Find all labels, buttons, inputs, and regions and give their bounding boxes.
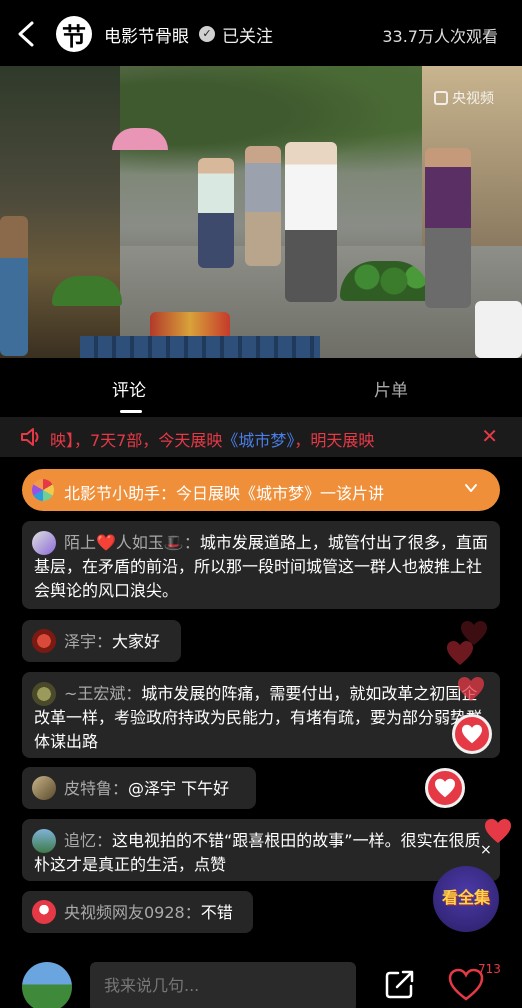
helper-text: 北影节小助手：今日展映《城市梦》一该片讲 bbox=[64, 484, 385, 503]
comment-author[interactable]: 泽宇： bbox=[64, 632, 112, 651]
comment-body: 追忆：这电视拍的不错“跟喜根田的故事”一样。很实在很质朴这才是真正的生活，点赞 bbox=[34, 829, 488, 877]
tab-comments[interactable]: 评论 bbox=[112, 376, 146, 401]
floating-like-icon bbox=[425, 768, 465, 808]
announcement-suffix: ，明天展映 bbox=[294, 431, 375, 450]
speaker-icon bbox=[21, 428, 39, 446]
bottom-bar: 713 bbox=[0, 954, 522, 1008]
comment-item[interactable]: 央视频网友0928：不错 bbox=[22, 891, 253, 933]
announcement-text: 映】，7天7部，今天展映《城市梦》，明天展映 bbox=[50, 427, 465, 451]
channel-name[interactable]: 电影节骨眼 bbox=[104, 22, 189, 47]
announcement-movie-link[interactable]: 《城市梦》 bbox=[222, 431, 294, 450]
share-icon[interactable] bbox=[384, 968, 416, 1000]
video-scene-crates bbox=[80, 336, 320, 358]
comment-text: 大家好 bbox=[112, 632, 161, 651]
active-tab-indicator bbox=[120, 410, 142, 413]
verified-check-icon: ✓ bbox=[199, 26, 215, 42]
close-icon[interactable]: ✕ bbox=[481, 424, 498, 448]
comment-input-box[interactable] bbox=[90, 962, 356, 1008]
comment-author[interactable]: ~王宏斌： bbox=[64, 684, 141, 703]
comment-author[interactable]: 皮特鲁： bbox=[64, 779, 128, 798]
comment-author[interactable]: 央视频网友0928： bbox=[64, 903, 201, 922]
my-avatar[interactable] bbox=[22, 962, 72, 1008]
comment-item[interactable]: 追忆：这电视拍的不错“跟喜根田的故事”一样。很实在很质朴这才是真正的生活，点赞 bbox=[22, 819, 500, 881]
comment-item[interactable]: ~王宏斌：城市发展的阵痛，需要付出，就如改革之初国企改革一样，考验政府持政为民能… bbox=[22, 672, 500, 758]
watermark-text: 央视频 bbox=[452, 91, 494, 107]
comment-input[interactable] bbox=[90, 962, 356, 1008]
floating-heart-icon bbox=[485, 819, 511, 843]
user-avatar[interactable] bbox=[32, 629, 56, 653]
video-scene-melons bbox=[52, 276, 122, 306]
user-avatar[interactable] bbox=[32, 900, 56, 924]
back-arrow-icon[interactable] bbox=[14, 20, 38, 48]
comment-author[interactable]: 陌上❤️人如玉🎩： bbox=[64, 533, 200, 552]
user-avatar[interactable] bbox=[32, 776, 56, 800]
close-icon[interactable]: × bbox=[480, 842, 492, 858]
floating-heart-icon bbox=[461, 621, 487, 645]
user-avatar[interactable] bbox=[32, 829, 56, 853]
user-avatar[interactable] bbox=[32, 682, 56, 706]
announcement-banner[interactable]: 映】，7天7部，今天展映《城市梦》，明天展映 ✕ bbox=[0, 417, 522, 457]
comment-body: 陌上❤️人如玉🎩：城市发展道路上，城管付出了很多，直面基层，在矛盾的前沿，所以那… bbox=[34, 531, 488, 603]
floating-like-icon bbox=[452, 714, 492, 754]
comment-author[interactable]: 追忆： bbox=[64, 831, 112, 850]
video-watermark: 央视频 bbox=[434, 88, 494, 108]
viewer-count: 33.7万人次观看 bbox=[382, 27, 498, 46]
video-scene-person bbox=[285, 142, 337, 302]
pinned-helper-message[interactable]: 北影节小助手：今日展映《城市梦》一该片讲 bbox=[22, 469, 500, 511]
user-avatar[interactable] bbox=[32, 531, 56, 555]
tab-playlist[interactable]: 片单 bbox=[374, 376, 408, 401]
video-scene-person bbox=[198, 158, 234, 268]
chevron-down-icon[interactable] bbox=[464, 481, 478, 495]
comment-item[interactable]: 皮特鲁：@泽宇 下午好 bbox=[22, 767, 256, 809]
comment-body: ~王宏斌：城市发展的阵痛，需要付出，就如改革之初国企改革一样，考验政府持政为民能… bbox=[34, 682, 488, 754]
comment-item[interactable]: 泽宇：大家好 bbox=[22, 620, 181, 662]
tv-logo-icon bbox=[434, 91, 448, 105]
watch-all-episodes-button[interactable]: 看全集 bbox=[433, 866, 499, 932]
comment-body: 央视频网友0928：不错 bbox=[34, 901, 241, 925]
video-scene-person bbox=[425, 148, 471, 308]
comment-text: 不错 bbox=[200, 903, 233, 922]
video-scene-person bbox=[0, 216, 28, 356]
tab-bar: 评论 片单 bbox=[0, 358, 522, 414]
announcement-prefix: 映】，7天7部，今天展映 bbox=[50, 431, 223, 450]
floating-heart-icon bbox=[458, 677, 484, 701]
like-count: 713 bbox=[478, 962, 501, 976]
video-scene-person bbox=[475, 301, 522, 358]
video-player[interactable]: 央视频 bbox=[0, 66, 522, 358]
comment-text: @泽宇 下午好 bbox=[128, 779, 230, 798]
film-festival-logo-icon bbox=[32, 479, 54, 501]
comment-body: 皮特鲁：@泽宇 下午好 bbox=[34, 777, 244, 801]
channel-avatar[interactable]: 节 bbox=[56, 16, 92, 52]
video-scene-person bbox=[245, 146, 281, 266]
top-bar: 节 电影节骨眼 ✓ 已关注 33.7万人次观看 bbox=[0, 0, 522, 66]
follow-status-button[interactable]: 已关注 bbox=[222, 22, 273, 47]
comment-item[interactable]: 陌上❤️人如玉🎩：城市发展道路上，城管付出了很多，直面基层，在矛盾的前沿，所以那… bbox=[22, 521, 500, 609]
